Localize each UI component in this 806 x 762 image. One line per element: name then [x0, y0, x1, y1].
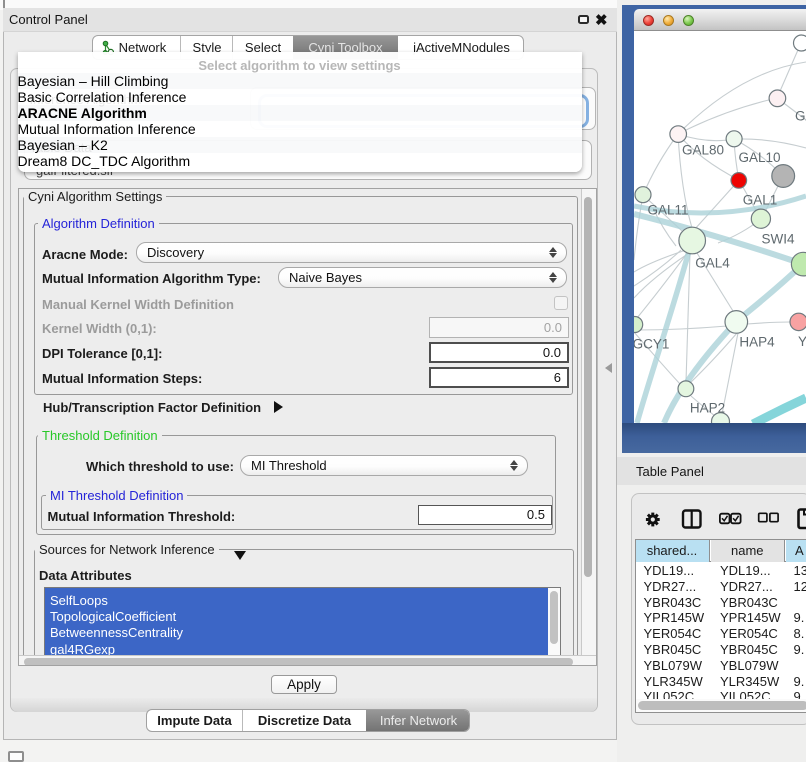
svg-text:GAL11: GAL11: [647, 203, 688, 218]
svg-text:SWI4: SWI4: [761, 232, 794, 247]
svg-text:GAL10: GAL10: [738, 150, 780, 165]
svg-text:HAP4: HAP4: [739, 335, 775, 350]
svg-text:GAL4: GAL4: [695, 256, 730, 271]
svg-text:GAL: GAL: [795, 109, 806, 124]
svg-text:GAL80: GAL80: [682, 143, 724, 158]
svg-text:GCY1: GCY1: [634, 337, 669, 352]
svg-text:GAL1: GAL1: [743, 193, 778, 208]
svg-text:HAP2: HAP2: [690, 401, 725, 416]
svg-text:Y: Y: [798, 334, 806, 349]
